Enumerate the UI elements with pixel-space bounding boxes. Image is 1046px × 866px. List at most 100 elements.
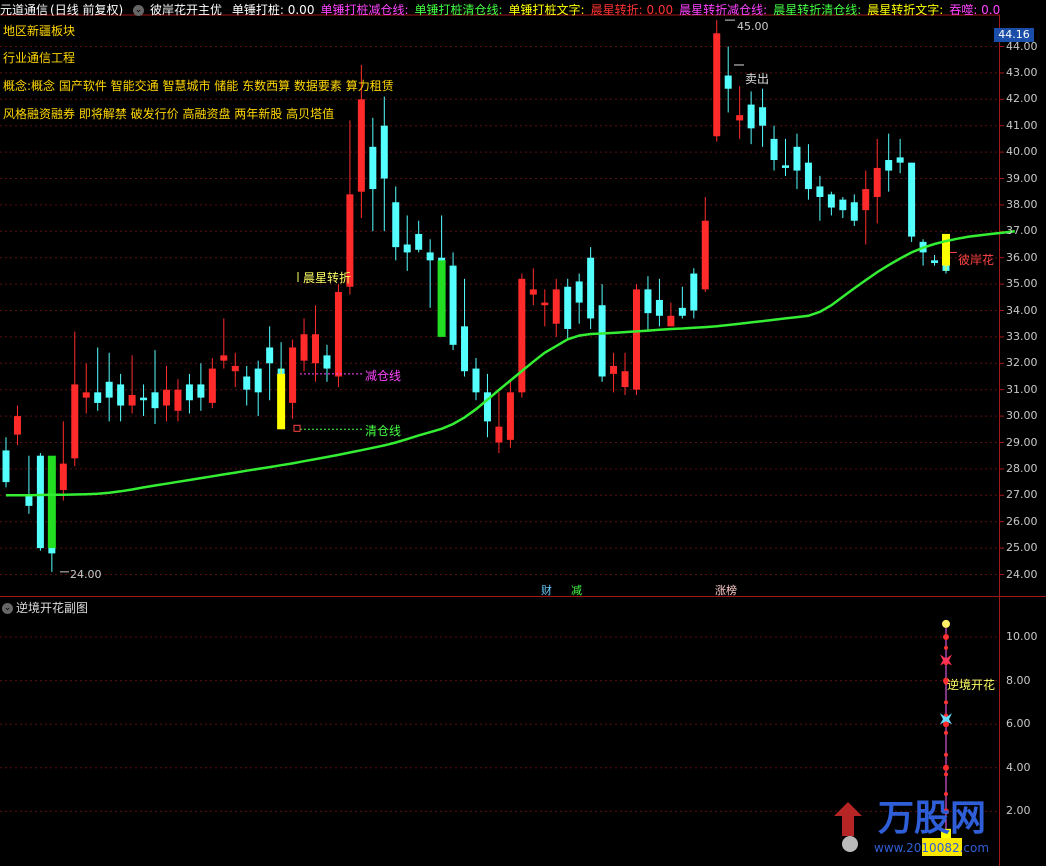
candle	[782, 138, 790, 176]
candle	[793, 133, 801, 190]
candle-body	[323, 355, 331, 369]
candle	[839, 196, 847, 219]
sub-tick-label: 10.00	[1006, 630, 1038, 643]
candle-body	[357, 99, 365, 192]
price-tick-label: 43.00	[1006, 65, 1038, 79]
candle	[724, 46, 732, 113]
high-price-label: 45.00	[737, 20, 769, 33]
price-tick-label: 25.00	[1006, 541, 1038, 555]
candle	[529, 268, 537, 306]
candle	[873, 138, 881, 224]
price-tick-label: 29.00	[1006, 435, 1038, 449]
sub-dot	[944, 645, 948, 650]
candle-body	[231, 365, 239, 372]
candle	[759, 88, 767, 147]
candle-body	[36, 455, 44, 549]
candle	[449, 252, 457, 351]
candle-body	[25, 495, 33, 506]
candle	[25, 455, 33, 514]
candle-body	[220, 355, 228, 361]
chevron-down-icon[interactable]: ⌄	[2, 603, 13, 614]
sub-dot	[944, 635, 948, 639]
candle	[736, 86, 744, 139]
chart-canvas[interactable]	[0, 0, 1046, 866]
sub-dot	[944, 772, 948, 777]
header-item-3: 单锤打桩文字:	[508, 3, 585, 17]
candle-body	[587, 257, 595, 319]
candle	[380, 96, 388, 232]
candle-body	[552, 289, 560, 324]
reduce-line-label: 减仓线	[365, 369, 402, 383]
candle-body	[701, 220, 709, 290]
period-label[interactable]: (日线 前复权)	[50, 3, 123, 17]
candle	[71, 331, 79, 467]
candle-body	[105, 381, 113, 398]
candle-body	[736, 115, 744, 121]
candle	[541, 289, 549, 327]
candle-body	[392, 202, 400, 248]
candle-body	[678, 307, 686, 316]
sub-tick-label: 8.00	[1006, 673, 1031, 687]
candle-body	[243, 376, 251, 390]
stock-name[interactable]: 元道通信	[0, 3, 48, 17]
candle	[36, 453, 44, 551]
candle-body	[632, 289, 640, 390]
green-signal-candle	[47, 455, 56, 549]
candle-body	[804, 162, 812, 190]
candle-body	[151, 392, 159, 409]
candle-body	[541, 302, 549, 306]
candle-body	[289, 347, 297, 403]
price-tick-label: 38.00	[1006, 197, 1038, 211]
candle-body	[518, 278, 526, 393]
candle	[197, 363, 205, 411]
candle-body	[82, 392, 90, 398]
candle	[231, 352, 239, 388]
candle-body	[254, 368, 262, 393]
header-item-0: 单锤打桩: 0.00	[231, 3, 315, 17]
candle	[174, 379, 182, 422]
indicator-name[interactable]: 彼岸花开主优	[150, 3, 222, 17]
watermark-text: 万股网	[878, 798, 986, 839]
limit-up-tag[interactable]: 涨榜	[715, 582, 737, 598]
candle	[13, 405, 21, 446]
reduce-tag[interactable]: 减	[571, 582, 582, 598]
candle-body	[655, 299, 663, 316]
candle-body	[908, 162, 916, 237]
candle	[552, 278, 560, 337]
candle	[919, 239, 927, 266]
candle	[2, 437, 10, 488]
chevron-down-icon[interactable]: ⌄	[133, 5, 145, 16]
header-item-6: 晨星转折清仓线:	[773, 3, 862, 17]
candle-body	[117, 384, 125, 406]
header-item-5: 晨星转折减仓线:	[679, 3, 768, 17]
candle-body	[197, 384, 205, 398]
candle	[655, 278, 663, 327]
clear-line-label: 清仓线	[365, 424, 402, 438]
candle	[117, 373, 125, 422]
candle	[426, 239, 434, 308]
sub-dot	[944, 700, 948, 705]
price-tick-label: 30.00	[1006, 409, 1038, 423]
candle-body	[621, 371, 629, 388]
candle-body	[59, 463, 67, 491]
sub-chart-header[interactable]: ⌄ 逆境开花副图	[2, 599, 88, 616]
candle-body	[415, 233, 423, 250]
sub-chart-signal-label: 逆境开花	[947, 678, 996, 692]
candle-body	[380, 125, 388, 179]
finance-tag[interactable]: 财	[541, 582, 552, 598]
candle-body	[931, 260, 939, 263]
watermark-url: www.2010082.com	[874, 841, 989, 855]
price-tick-label: 35.00	[1006, 277, 1038, 291]
header-item-1: 单锤打桩减仓线:	[320, 3, 409, 17]
candle	[82, 363, 90, 414]
candle	[827, 191, 835, 216]
candle-body	[759, 107, 767, 126]
candle-body	[174, 389, 182, 411]
candle-body	[610, 365, 618, 374]
candle	[94, 347, 102, 411]
price-tick-label: 34.00	[1006, 303, 1038, 317]
sub-marker	[943, 764, 949, 771]
candle-body	[495, 426, 503, 443]
candle	[266, 326, 274, 401]
sub-tick-label: 6.00	[1006, 717, 1031, 731]
